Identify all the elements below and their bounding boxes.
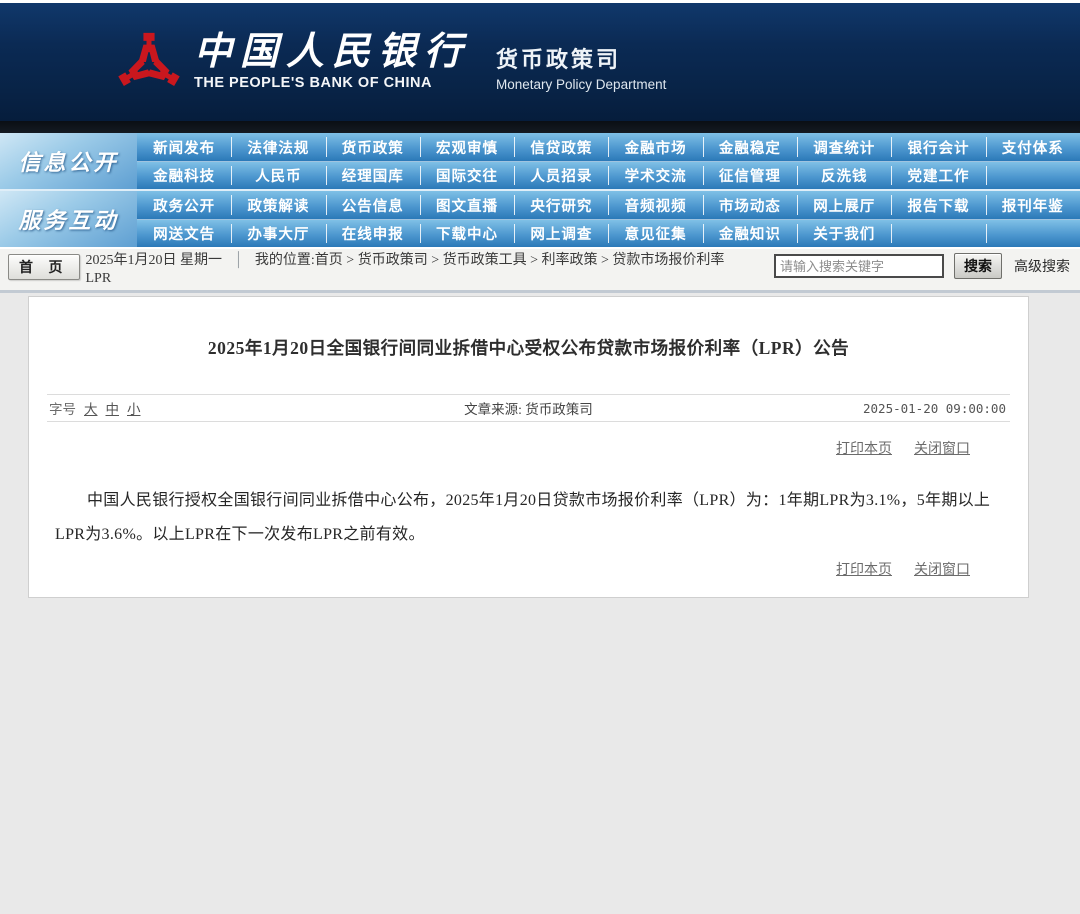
article-meta-row: 字号 大 中 小 文章来源: 货币政策司 2025-01-20 09:00:00 [47, 394, 1010, 422]
pboc-logo-icon [118, 32, 180, 87]
nav-section-services: 服务互动 政务公开 政策解读 公告信息 图文直播 央行研究 音频视频 市场动态 … [0, 191, 1080, 247]
nav-item-monetary-policy[interactable]: 货币政策 [325, 133, 420, 161]
nav-item-report-download[interactable]: 报告下载 [891, 191, 985, 219]
nav-item-financial-knowledge[interactable]: 金融知识 [702, 220, 797, 247]
header-divider [0, 121, 1080, 133]
advanced-search-link[interactable]: 高级搜索 [1014, 256, 1070, 276]
nav-item-announcements[interactable]: 公告信息 [325, 191, 420, 219]
nav-item-fintech[interactable]: 金融科技 [137, 162, 231, 189]
nav-item-online-notices[interactable]: 网送文告 [137, 220, 231, 247]
article-title: 2025年1月20日全国银行间同业拆借中心受权公布贷款市场报价利率（LPR）公告 [207, 338, 850, 358]
nav-item-research[interactable]: 央行研究 [514, 191, 608, 219]
bank-name-cn: 中国人民银行 [194, 31, 471, 74]
nav-item-online-exhibition[interactable]: 网上展厅 [797, 191, 891, 219]
article-datetime: 2025-01-20 09:00:00 [863, 400, 1006, 416]
department-name-cn: 货币政策司 [496, 47, 622, 72]
nav-item-empty [985, 220, 1080, 247]
article-body: 中国人民银行授权全国银行间同业拆借中心公布，2025年1月20日贷款市场报价利率… [55, 492, 991, 543]
nav-label-info-disclosure[interactable]: 信息公开 [0, 133, 137, 189]
nav-item-live-broadcast[interactable]: 图文直播 [419, 191, 514, 219]
nav-item-periodicals[interactable]: 报刊年鉴 [985, 191, 1080, 219]
font-size-label: 字号 [49, 402, 76, 417]
page-background: 2025年1月20日全国银行间同业拆借中心受权公布贷款市场报价利率（LPR）公告… [0, 293, 1080, 914]
nav-item-treasury[interactable]: 经理国库 [325, 162, 420, 189]
nav-item-credit-reporting[interactable]: 征信管理 [702, 162, 797, 189]
main-navigation: 信息公开 新闻发布 法律法规 货币政策 宏观审慎 信贷政策 金融市场 金融稳定 … [0, 133, 1080, 247]
nav-item-service-hall[interactable]: 办事大厅 [231, 220, 325, 247]
article-actions-top: 打印本页 关闭窗口 [29, 438, 1028, 458]
nav-row: 新闻发布 法律法规 货币政策 宏观审慎 信贷政策 金融市场 金融稳定 调查统计 … [137, 133, 1080, 161]
search-button[interactable]: 搜索 [954, 253, 1002, 279]
nav-item-market-dynamics[interactable]: 市场动态 [702, 191, 797, 219]
department-name-en: Monetary Policy Department [496, 77, 667, 92]
current-date: 2025年1月20日 星期一 [85, 253, 223, 268]
nav-item-academic-exchange[interactable]: 学术交流 [608, 162, 702, 189]
nav-item-download-center[interactable]: 下载中心 [419, 220, 514, 247]
breadcrumb: 2025年1月20日 星期一 │ 我的位置:首页 > 货币政策司 > 货币政策工… [86, 252, 725, 288]
nav-item-news[interactable]: 新闻发布 [137, 133, 231, 161]
close-window-link[interactable]: 关闭窗口 [914, 438, 970, 458]
nav-item-statistics[interactable]: 调查统计 [797, 133, 891, 161]
breadcrumb-path[interactable]: 我的位置:首页 > 货币政策司 > 货币政策工具 > 利率政策 > 贷款市场报价… [255, 253, 724, 268]
nav-item-empty [985, 162, 1080, 189]
nav-item-recruitment[interactable]: 人员招录 [514, 162, 608, 189]
nav-item-online-survey[interactable]: 网上调查 [514, 220, 608, 247]
nav-item-payment-system[interactable]: 支付体系 [985, 133, 1080, 161]
print-page-link[interactable]: 打印本页 [836, 438, 892, 458]
close-window-link[interactable]: 关闭窗口 [914, 559, 970, 579]
breadcrumb-divider: │ [233, 253, 244, 268]
bank-name-en: THE PEOPLE'S BANK OF CHINA [194, 74, 432, 91]
nav-item-international[interactable]: 国际交往 [419, 162, 514, 189]
nav-item-laws[interactable]: 法律法规 [231, 133, 325, 161]
home-button[interactable]: 首 页 [8, 254, 80, 280]
nav-item-financial-stability[interactable]: 金融稳定 [702, 133, 797, 161]
nav-item-gov-affairs[interactable]: 政务公开 [137, 191, 231, 219]
nav-row: 网送文告 办事大厅 在线申报 下载中心 网上调查 意见征集 金融知识 关于我们 [137, 219, 1080, 247]
nav-section-info: 信息公开 新闻发布 法律法规 货币政策 宏观审慎 信贷政策 金融市场 金融稳定 … [0, 133, 1080, 189]
nav-row: 政务公开 政策解读 公告信息 图文直播 央行研究 音频视频 市场动态 网上展厅 … [137, 191, 1080, 219]
nav-item-about-us[interactable]: 关于我们 [797, 220, 891, 247]
article-card: 2025年1月20日全国银行间同业拆借中心受权公布贷款市场报价利率（LPR）公告… [28, 296, 1029, 598]
nav-row: 金融科技 人民币 经理国库 国际交往 人员招录 学术交流 征信管理 反洗钱 党建… [137, 161, 1080, 189]
nav-item-online-filing[interactable]: 在线申报 [325, 220, 420, 247]
nav-item-credit-policy[interactable]: 信贷政策 [514, 133, 608, 161]
font-size-medium-link[interactable]: 中 [106, 398, 120, 418]
nav-item-bank-accounting[interactable]: 银行会计 [891, 133, 985, 161]
print-page-link[interactable]: 打印本页 [836, 559, 892, 579]
search-input[interactable] [774, 254, 944, 278]
nav-item-empty [891, 220, 985, 247]
nav-item-solicit-opinions[interactable]: 意见征集 [608, 220, 702, 247]
nav-item-party-building[interactable]: 党建工作 [891, 162, 985, 189]
article-actions-bottom: 打印本页 关闭窗口 [29, 559, 1028, 579]
breadcrumb-current-page[interactable]: LPR [86, 271, 112, 286]
nav-label-service-interaction[interactable]: 服务互动 [0, 191, 137, 247]
nav-item-renminbi[interactable]: 人民币 [231, 162, 325, 189]
nav-item-anti-money-laundering[interactable]: 反洗钱 [797, 162, 891, 189]
header-banner: 中国人民银行 THE PEOPLE'S BANK OF CHINA 货币政策司 … [0, 3, 1080, 121]
nav-item-policy-interpretation[interactable]: 政策解读 [231, 191, 325, 219]
breadcrumb-bar: 首 页 2025年1月20日 星期一 │ 我的位置:首页 > 货币政策司 > 货… [0, 249, 1080, 293]
font-size-large-link[interactable]: 大 [84, 398, 98, 418]
font-size-small-link[interactable]: 小 [127, 398, 141, 418]
nav-item-audio-video[interactable]: 音频视频 [608, 191, 702, 219]
nav-item-financial-markets[interactable]: 金融市场 [608, 133, 702, 161]
nav-item-macroprudential[interactable]: 宏观审慎 [419, 133, 514, 161]
